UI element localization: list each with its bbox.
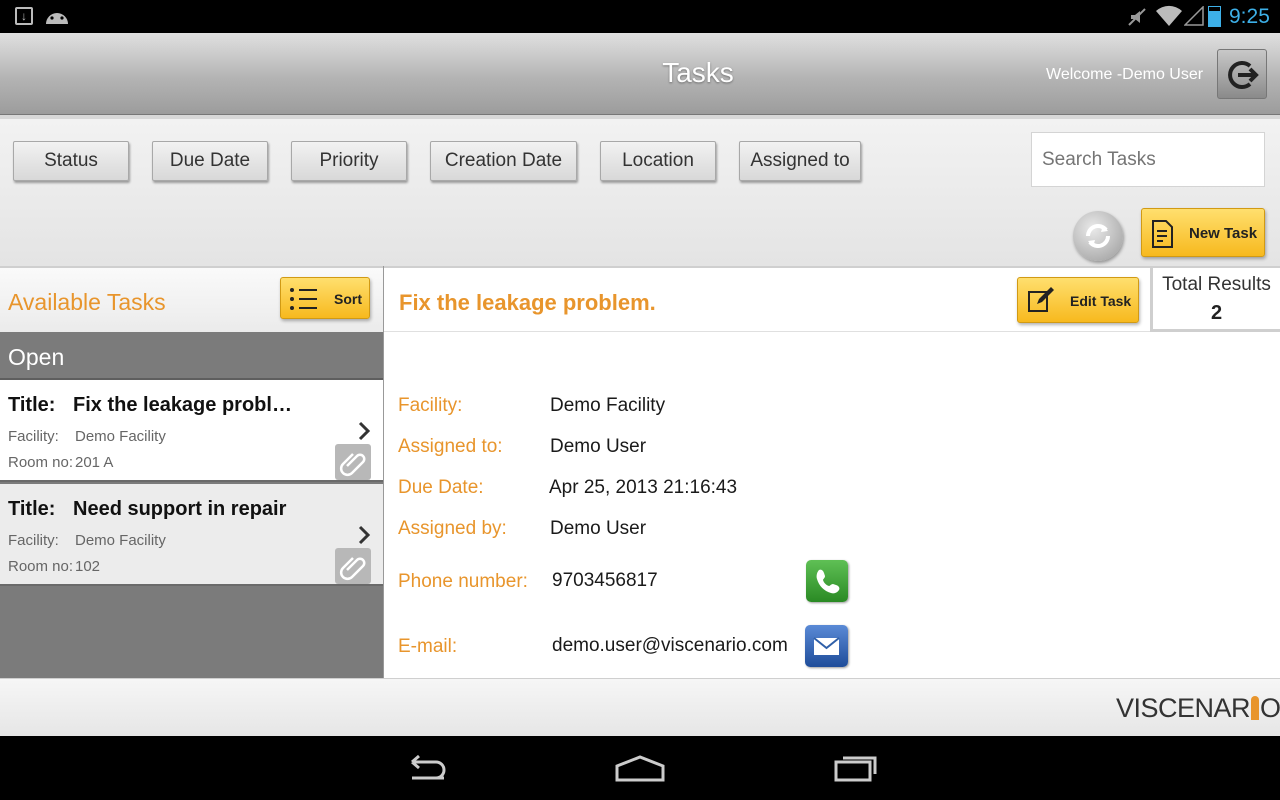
email-value: demo.user@viscenario.com <box>552 635 788 656</box>
phone-value: 9703456817 <box>552 570 658 591</box>
attachment-icon <box>335 444 371 480</box>
due-date-label: Due Date: <box>398 477 484 498</box>
task-room: 102 <box>75 558 101 575</box>
list-icon <box>290 288 317 310</box>
footer: VISCENAR O <box>0 678 1280 736</box>
recent-apps-icon[interactable] <box>833 752 881 782</box>
refresh-icon <box>1086 224 1110 248</box>
task-title: Need support in repair <box>73 498 287 520</box>
clock: 9:25 <box>1229 5 1270 28</box>
status-bar: ↓ 9:25 <box>0 0 1280 33</box>
filter-due-date-button[interactable]: Due Date <box>152 141 268 181</box>
mail-icon <box>813 637 840 655</box>
logout-button[interactable] <box>1217 49 1267 99</box>
task-facility-label: Facility: <box>8 532 59 549</box>
logout-icon <box>1228 61 1259 89</box>
assigned-by-value: Demo User <box>550 518 647 539</box>
new-task-button[interactable]: New Task <box>1141 208 1265 257</box>
phone-icon <box>816 569 840 594</box>
task-room-label: Room no: <box>8 558 74 575</box>
page-title: Tasks <box>662 57 734 88</box>
chevron-right-icon <box>358 421 371 441</box>
group-open-header: Open <box>0 332 383 380</box>
viscenario-logo: VISCENAR O <box>1116 693 1280 723</box>
group-open-label: Open <box>8 344 65 370</box>
home-icon[interactable] <box>614 754 666 782</box>
task-title-label: Title: <box>8 498 56 520</box>
due-date-value: Apr 25, 2013 21:16:43 <box>549 477 738 498</box>
task-title: Fix the leakage probl… <box>73 394 292 416</box>
signal-icon <box>1184 6 1204 26</box>
filter-status-button[interactable]: Status <box>13 141 129 181</box>
android-icon <box>46 13 68 24</box>
total-results-label: Total Results <box>1162 274 1271 295</box>
task-list-header: Available Tasks Sort <box>0 266 383 332</box>
new-document-icon <box>1152 220 1173 248</box>
wifi-icon <box>1156 5 1182 26</box>
assigned-by-label: Assigned by: <box>398 518 507 539</box>
total-results-count: 2 <box>1210 302 1223 324</box>
sort-label: Sort <box>334 291 362 307</box>
task-list-item[interactable]: Title: Fix the leakage probl… Facility: … <box>0 380 383 482</box>
phone-label: Phone number: <box>398 571 528 592</box>
sort-button[interactable]: Sort <box>280 277 370 319</box>
total-results-box: Total Results 2 <box>1150 268 1280 332</box>
email-label: E-mail: <box>398 636 458 657</box>
edit-task-button[interactable]: Edit Task <box>1017 277 1139 323</box>
task-list-panel: Available Tasks Sort Open Title: Fix the… <box>0 266 384 678</box>
task-detail-panel: Fix the leakage problem. Edit Task Total… <box>384 266 1280 678</box>
edit-task-label: Edit Task <box>1070 293 1132 309</box>
task-list-item[interactable]: Title: Need support in repair Facility: … <box>0 484 383 586</box>
task-facility: Demo Facility <box>75 428 166 445</box>
email-button[interactable] <box>805 625 848 667</box>
app-header: Tasks Welcome -Demo User <box>0 33 1280 115</box>
download-icon: ↓ <box>15 7 33 25</box>
task-room-label: Room no: <box>8 454 74 471</box>
task-facility-label: Facility: <box>8 428 59 445</box>
chevron-right-icon <box>358 525 371 545</box>
battery-icon <box>1208 6 1221 27</box>
facility-label: Facility: <box>398 395 463 416</box>
refresh-button[interactable] <box>1073 211 1123 261</box>
new-task-label: New Task <box>1189 225 1258 242</box>
filter-priority-button[interactable]: Priority <box>291 141 407 181</box>
mute-icon <box>1128 8 1146 26</box>
filter-location-button[interactable]: Location <box>600 141 716 181</box>
filter-assigned-to-button[interactable]: Assigned to <box>739 141 861 181</box>
detail-title: Fix the leakage problem. <box>399 290 656 315</box>
task-room: 201 A <box>75 454 114 471</box>
edit-icon <box>1028 287 1054 312</box>
attachment-icon <box>335 548 371 584</box>
back-icon[interactable] <box>400 754 448 784</box>
available-tasks-heading: Available Tasks <box>8 289 166 315</box>
assigned-to-value: Demo User <box>550 436 647 457</box>
search-input[interactable] <box>1031 132 1265 187</box>
task-title-label: Title: <box>8 394 56 416</box>
facility-value: Demo Facility <box>550 395 666 416</box>
welcome-text: Welcome -Demo User <box>1046 66 1204 83</box>
call-button[interactable] <box>806 560 848 602</box>
android-nav-bar <box>0 736 1280 800</box>
task-facility: Demo Facility <box>75 532 166 549</box>
filter-creation-date-button[interactable]: Creation Date <box>430 141 577 181</box>
assigned-to-label: Assigned to: <box>398 436 503 457</box>
